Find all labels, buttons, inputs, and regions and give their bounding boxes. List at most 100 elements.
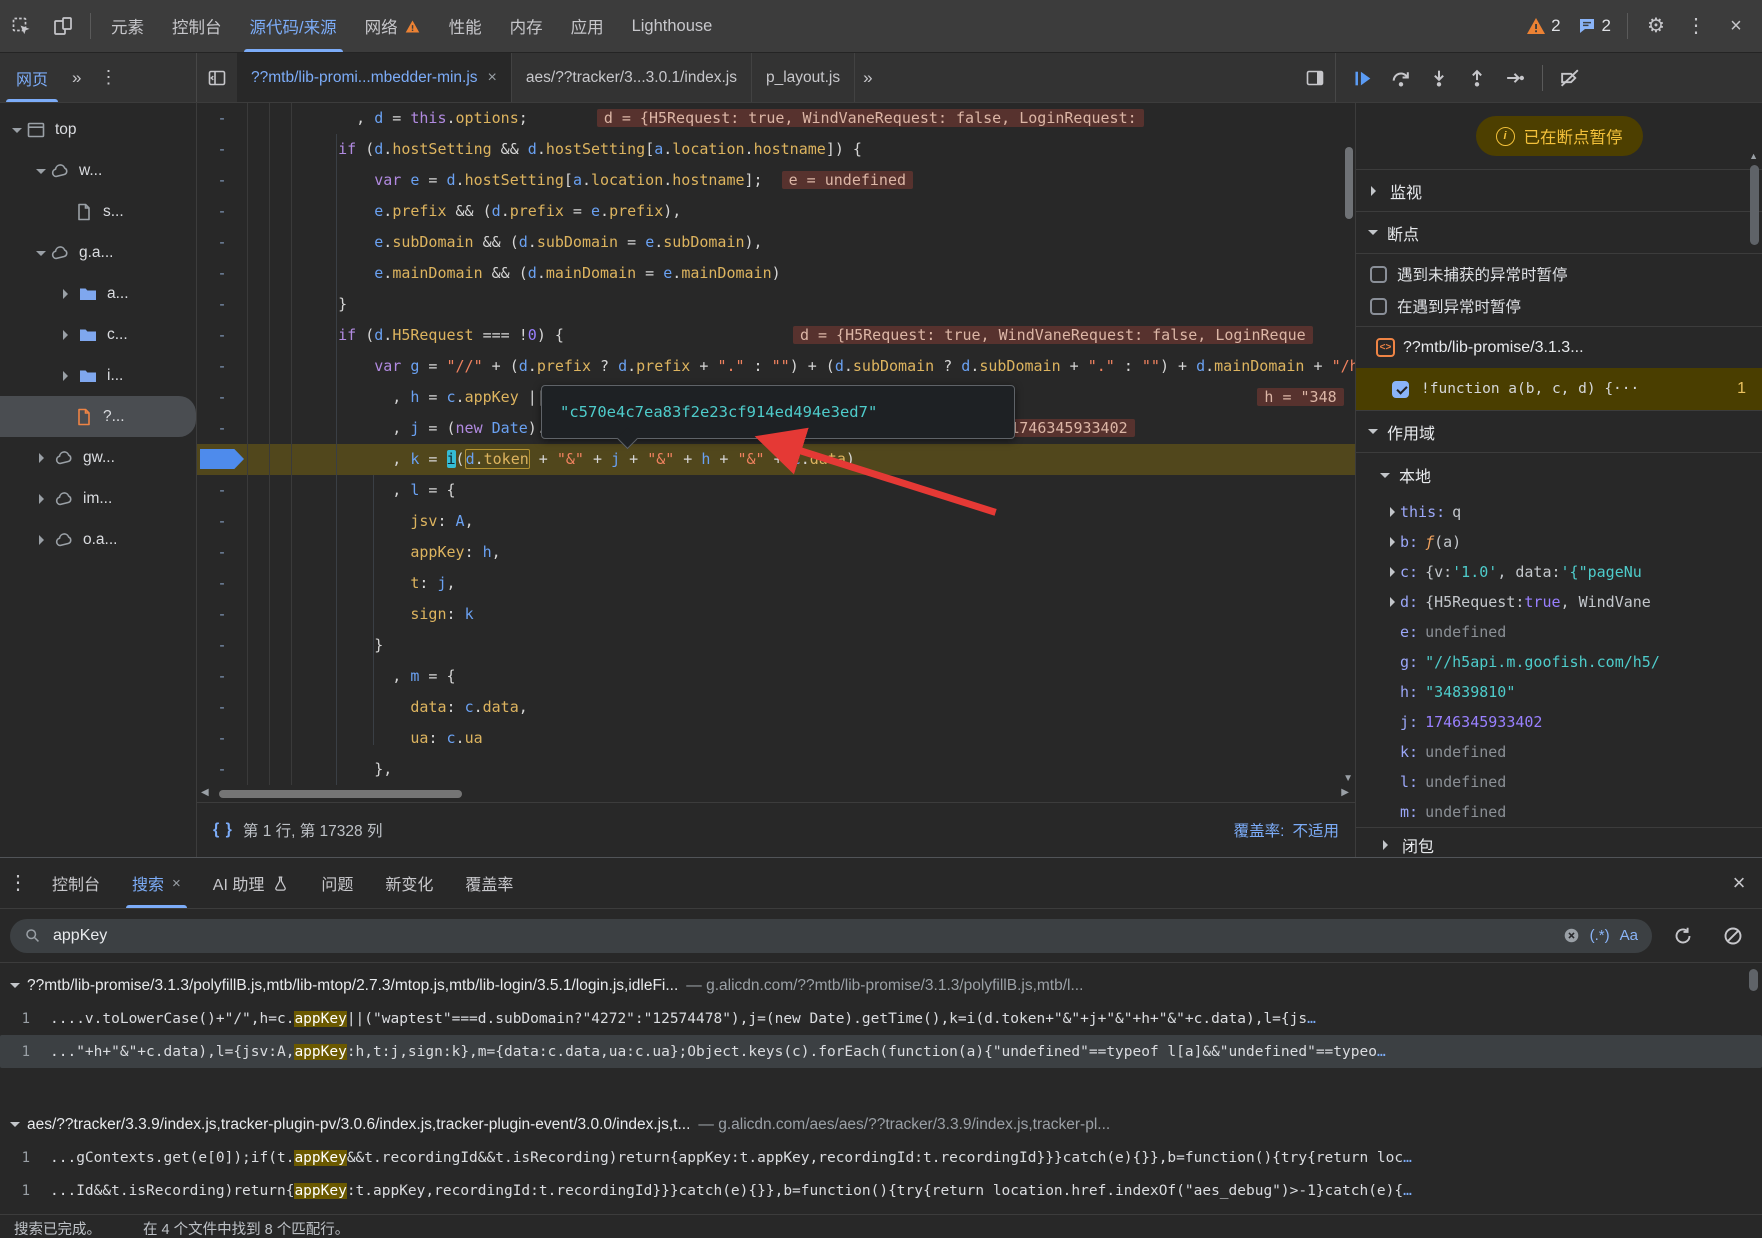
- file-tree-item[interactable]: top: [0, 109, 196, 150]
- section-scope[interactable]: 作用域: [1356, 411, 1762, 453]
- code-line[interactable]: - e.prefix && (d.prefix = e.prefix),: [197, 196, 1355, 227]
- line-gutter[interactable]: -: [197, 599, 248, 630]
- tab-内存[interactable]: 内存: [496, 0, 557, 52]
- tab-Lighthouse[interactable]: Lighthouse: [618, 0, 727, 52]
- chevron-right-icon[interactable]: [63, 371, 73, 381]
- line-gutter[interactable]: -: [197, 475, 248, 506]
- pause-uncaught-checkbox[interactable]: 遇到未捕获的异常时暂停: [1356, 258, 1762, 290]
- chevron-right-icon[interactable]: [1356, 537, 1400, 547]
- search-result-row[interactable]: 1...cording)return{appKey:t.appKey,recor…: [0, 1207, 1762, 1214]
- scrollbar-thumb[interactable]: [219, 790, 462, 798]
- file-tree-item[interactable]: im...: [0, 478, 196, 519]
- drawer-tab-AI 助理[interactable]: AI 助理: [197, 858, 306, 908]
- chevron-down-icon[interactable]: [36, 169, 46, 179]
- more-options-icon[interactable]: ⋮: [1678, 0, 1714, 52]
- file-tree-item[interactable]: s...: [0, 191, 196, 232]
- line-gutter[interactable]: -: [197, 661, 248, 692]
- code-line[interactable]: - jsv: A,: [197, 506, 1355, 537]
- drawer-tab-搜索[interactable]: 搜索×: [116, 858, 197, 908]
- file-tree-item[interactable]: a...: [0, 273, 196, 314]
- pretty-print-icon[interactable]: { }: [213, 821, 233, 839]
- tab-page[interactable]: 网页: [0, 53, 64, 102]
- file-tab[interactable]: p_layout.js: [752, 53, 855, 102]
- scope-variable[interactable]: h: "34839810": [1356, 677, 1762, 707]
- line-gutter[interactable]: -: [197, 351, 248, 382]
- search-result-group-header[interactable]: aes/??tracker/3.3.9/index.js,tracker-plu…: [0, 1108, 1762, 1141]
- editor-vertical-scrollbar[interactable]: [1345, 147, 1353, 219]
- code-line[interactable]: - t: j,: [197, 568, 1355, 599]
- close-devtools-icon[interactable]: ×: [1718, 0, 1754, 52]
- tab-控制台[interactable]: 控制台: [158, 0, 236, 52]
- line-gutter[interactable]: -: [197, 506, 248, 537]
- breakpoint-entry[interactable]: !function a(b, c, d) {··· 1: [1356, 368, 1762, 411]
- chevron-down-icon[interactable]: [36, 251, 46, 261]
- file-tree-item[interactable]: g.a...: [0, 232, 196, 273]
- refresh-search-icon[interactable]: [1664, 917, 1702, 955]
- line-gutter[interactable]: -: [197, 382, 248, 413]
- search-result-row[interactable]: 1..."+h+"&"+c.data),l={jsv:A,appKey:h,t:…: [0, 1035, 1762, 1068]
- section-breakpoints[interactable]: 断点: [1356, 212, 1762, 254]
- file-tree-item[interactable]: o.a...: [0, 519, 196, 560]
- line-gutter[interactable]: -: [197, 692, 248, 723]
- scrollbar-down-arrow-icon[interactable]: ▼: [1343, 773, 1353, 784]
- close-search-tab-icon[interactable]: ×: [172, 875, 181, 892]
- scope-variable[interactable]: g: "//h5api.m.goofish.com/h5/: [1356, 647, 1762, 677]
- chevron-right-icon[interactable]: [1356, 507, 1400, 517]
- line-gutter[interactable]: -: [197, 289, 248, 320]
- code-line[interactable]: - var g = "//" + (d.prefix ? d.prefix + …: [197, 351, 1355, 382]
- tab-性能[interactable]: 性能: [435, 0, 496, 52]
- line-gutter[interactable]: -: [197, 134, 248, 165]
- line-gutter[interactable]: -: [197, 723, 248, 754]
- close-tab-icon[interactable]: ×: [488, 69, 497, 87]
- drawer-tab-控制台[interactable]: 控制台: [36, 858, 116, 908]
- line-gutter[interactable]: -: [197, 754, 248, 785]
- scope-variable[interactable]: c: {v: '1.0', data: '{"pageNu: [1356, 557, 1762, 587]
- line-gutter[interactable]: -: [197, 258, 248, 289]
- section-watch[interactable]: 监视: [1356, 170, 1762, 212]
- file-tab[interactable]: ??mtb/lib-promi...mbedder-min.js×: [237, 53, 512, 102]
- code-line[interactable]: - , l = {: [197, 475, 1355, 506]
- breakpoint-file-group[interactable]: <> ??mtb/lib-promise/3.1.3...: [1356, 327, 1762, 368]
- chevron-right-icon[interactable]: [1356, 567, 1400, 577]
- file-tree-item[interactable]: i...: [0, 355, 196, 396]
- chevron-right-icon[interactable]: [39, 453, 49, 463]
- toggle-navigator-icon[interactable]: [197, 53, 237, 102]
- code-line[interactable]: - }: [197, 630, 1355, 661]
- file-tree-item[interactable]: c...: [0, 314, 196, 355]
- tab-网络[interactable]: 网络: [351, 0, 435, 52]
- code-line[interactable]: - sign: k: [197, 599, 1355, 630]
- code-line[interactable]: , k = i(d.token + "&" + j + "&" + h + "&…: [197, 444, 1355, 475]
- chevron-right-icon[interactable]: [63, 330, 73, 340]
- toggle-debugger-sidebar-icon[interactable]: [1295, 53, 1335, 102]
- scope-variable[interactable]: this: q: [1356, 497, 1762, 527]
- file-tree-item[interactable]: gw...: [0, 437, 196, 478]
- code-line[interactable]: - var e = d.hostSetting[a.location.hostn…: [197, 165, 1355, 196]
- search-result-row[interactable]: 1...Id&&t.isRecording)return{appKey:t.ap…: [0, 1174, 1762, 1207]
- more-file-tabs-chevron-icon[interactable]: »: [855, 68, 880, 88]
- code-line[interactable]: - data: c.data,: [197, 692, 1355, 723]
- tab-源代码/来源[interactable]: 源代码/来源: [236, 0, 351, 52]
- code-line[interactable]: - if (d.H5Request === !0) { d = {H5Reque…: [197, 320, 1355, 351]
- search-result-row[interactable]: 1...gContexts.get(e[0]);if(t.appKey&&t.r…: [0, 1141, 1762, 1174]
- line-gutter[interactable]: -: [197, 320, 248, 351]
- settings-gear-icon[interactable]: ⚙: [1638, 0, 1674, 52]
- code-line[interactable]: - ua: c.ua: [197, 723, 1355, 754]
- drawer-tab-覆盖率[interactable]: 覆盖率: [449, 858, 529, 908]
- checkbox-icon[interactable]: [1370, 266, 1387, 283]
- search-input[interactable]: [51, 926, 1553, 946]
- line-gutter[interactable]: -: [197, 537, 248, 568]
- breakpoint-checkbox[interactable]: [1392, 381, 1409, 398]
- issues-count-badge[interactable]: 2: [1571, 16, 1617, 36]
- chevron-down-icon[interactable]: [12, 128, 22, 138]
- sidebar-scrollbar[interactable]: [1750, 165, 1759, 245]
- scope-variable[interactable]: m: undefined: [1356, 797, 1762, 827]
- search-result-group-header[interactable]: ??mtb/lib-promise/3.1.3/polyfillB.js,mtb…: [0, 969, 1762, 1002]
- line-gutter[interactable]: -: [197, 165, 248, 196]
- drawer-menu-icon[interactable]: ⋮: [0, 858, 36, 908]
- scope-variable[interactable]: l: undefined: [1356, 767, 1762, 797]
- scrollbar-right-arrow-icon[interactable]: ▶: [1341, 787, 1349, 798]
- chevron-right-icon[interactable]: [63, 289, 73, 299]
- file-tree-item[interactable]: ?...: [0, 396, 196, 437]
- chevron-right-icon[interactable]: [39, 494, 49, 504]
- code-line[interactable]: - appKey: h,: [197, 537, 1355, 568]
